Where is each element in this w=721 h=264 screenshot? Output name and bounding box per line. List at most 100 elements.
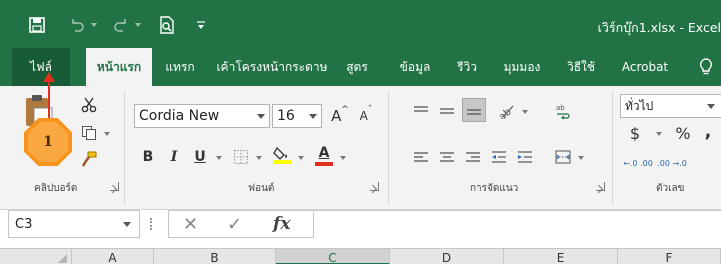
tab-insert[interactable]: แทรก [156,48,204,86]
formula-bar: C3 ✕ ✓ fx [0,210,721,238]
font-name-value: Cordia New [139,108,220,124]
align-right-icon[interactable] [462,146,484,168]
decrease-decimal-button[interactable]: .00 →.0 [656,152,688,174]
currency-dropdown-icon[interactable] [656,132,662,136]
formula-input[interactable] [313,212,721,238]
highlight-color-bar [273,160,291,164]
font-color-bar [315,162,333,166]
undo-dropdown-icon[interactable] [88,13,100,37]
chevron-down-icon [257,114,265,119]
align-bottom-icon[interactable] [462,98,486,122]
column-header-f[interactable]: F [618,249,721,264]
decrease-indent-icon[interactable] [488,146,510,168]
shrink-font-button[interactable]: Aˇ [354,105,378,127]
copy-dropdown-icon[interactable] [104,132,110,136]
group-separator [388,92,389,204]
redo-dropdown-icon[interactable] [132,13,144,37]
column-header-b[interactable]: B [154,249,276,264]
title-bar: เวิร์กบุ๊ก1.xlsx - Excel [0,0,721,48]
window-title: เวิร์กบุ๊ก1.xlsx - Excel [597,20,721,35]
ribbon-home: คลิปบอร์ด Cordia New 16 A ^ Aˇ B I U A ฟอ… [0,72,721,210]
tab-file[interactable]: ไฟล์ [12,48,70,86]
underline-button[interactable]: U [190,146,210,168]
wrap-text-icon[interactable]: ab [552,100,574,122]
group-label-clipboard: คลิปบอร์ด [34,183,78,194]
merge-dropdown-icon[interactable] [578,156,584,160]
align-middle-icon[interactable] [436,100,458,122]
enter-icon[interactable]: ✓ [227,214,242,235]
redo-icon[interactable] [110,13,132,37]
tab-formulas[interactable]: สูตร [336,48,378,86]
alignment-launcher-icon[interactable] [596,182,605,191]
name-box[interactable]: C3 [8,210,140,238]
font-size-value: 16 [277,108,295,124]
currency-symbol: $ [629,123,641,143]
caret-down-icon: ˇ [367,105,373,115]
align-top-icon[interactable] [410,100,432,122]
font-name-combo[interactable]: Cordia New [134,104,270,128]
tab-review[interactable]: รีวิว [448,48,486,86]
comma-style-button[interactable]: , [700,120,716,142]
borders-icon[interactable] [230,146,252,168]
copy-icon[interactable] [76,122,102,144]
format-painter-icon[interactable] [76,148,102,170]
callout-arrow-line [48,80,50,120]
undo-icon[interactable] [66,13,88,37]
number-format-value: ทั่วไป [625,98,654,113]
grow-font-button[interactable]: A ^ [328,105,352,127]
italic-button[interactable]: I [164,146,184,168]
group-label-number: ตัวเลข [656,183,685,194]
orientation-dropdown-icon[interactable] [522,110,528,114]
font-size-combo[interactable]: 16 [272,104,322,128]
font-color-dropdown-icon[interactable] [340,156,346,160]
tab-page-layout[interactable]: เค้าโครงหน้ากระดาษ [212,48,332,86]
cancel-icon[interactable]: ✕ [183,214,198,235]
group-separator [612,92,613,204]
formula-area: ✕ ✓ fx [168,210,721,238]
tab-help[interactable]: วิธีใช้ [558,48,604,86]
bold-button[interactable]: B [138,146,158,168]
merge-center-icon[interactable] [552,146,574,168]
callout-number: 1 [28,122,68,162]
save-icon[interactable] [26,13,48,37]
column-headers: A B C D E F [0,248,721,264]
chevron-down-icon [309,114,317,119]
grow-font-letter: A [331,107,342,125]
font-color-button[interactable]: A [312,142,336,168]
select-all-corner[interactable] [0,249,72,264]
borders-dropdown-icon[interactable] [256,156,262,160]
column-header-c[interactable]: C [276,249,390,264]
tab-acrobat[interactable]: Acrobat [612,48,678,86]
orientation-icon[interactable]: ab [494,100,518,122]
increase-decimal-button[interactable]: ←.0 .00 [622,152,654,174]
increase-indent-icon[interactable] [514,146,536,168]
tab-data[interactable]: ข้อมูล [390,48,440,86]
formula-bar-grip[interactable] [150,218,152,230]
cut-icon[interactable] [76,94,102,116]
tab-home[interactable]: หน้าแรก [86,48,152,86]
tell-me-lightbulb-icon[interactable] [694,48,718,86]
font-launcher-icon[interactable] [370,182,379,191]
font-color-letter: A [318,145,330,161]
column-header-a[interactable]: A [72,249,154,264]
column-header-e[interactable]: E [504,249,618,264]
print-preview-icon[interactable] [156,13,178,37]
shrink-font-letter: A [359,109,368,123]
fill-color-icon[interactable] [270,142,294,168]
ribbon-tab-bar: ไฟล์ หน้าแรก แทรก เค้าโครงหน้ากระดาษ สูต… [0,48,721,86]
clipboard-launcher-icon[interactable] [110,182,119,191]
column-header-d[interactable]: D [390,249,504,264]
insert-function-icon[interactable]: fx [273,214,290,234]
name-box-value: C3 [15,216,33,232]
percent-button[interactable]: % [672,122,694,144]
underline-dropdown-icon[interactable] [216,156,222,160]
align-center-icon[interactable] [436,146,458,168]
tab-view[interactable]: มุมมอง [496,48,548,86]
fill-color-dropdown-icon[interactable] [298,156,304,160]
customize-qat-icon[interactable] [194,13,208,37]
group-separator [124,92,125,204]
currency-button[interactable]: $ [624,122,646,144]
chevron-down-icon [123,222,131,227]
align-left-icon[interactable] [410,146,432,168]
number-format-combo[interactable]: ทั่วไป [620,94,721,118]
